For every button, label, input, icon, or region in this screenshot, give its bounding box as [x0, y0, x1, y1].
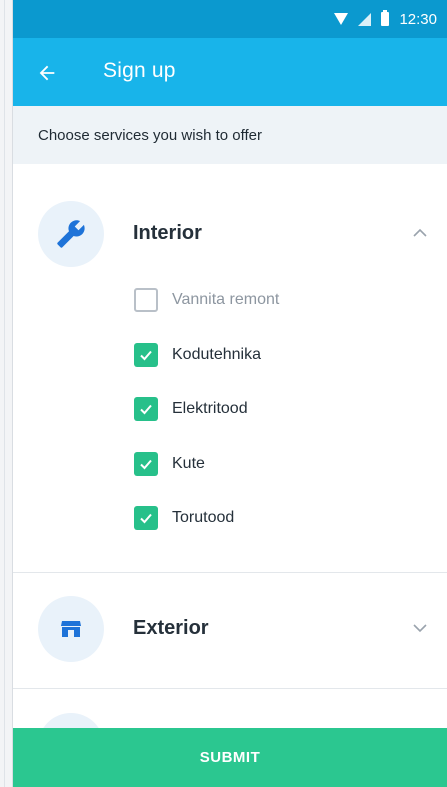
category-exterior: Exterior — [13, 593, 447, 673]
app-frame: 12:30 Sign up Choose services you wish t… — [0, 0, 447, 787]
checkbox-unchecked[interactable] — [134, 288, 158, 312]
edge-line — [4, 0, 5, 787]
battery-icon — [381, 10, 390, 26]
phone-screen: 12:30 Sign up Choose services you wish t… — [13, 0, 447, 787]
category-exterior-header[interactable]: Exterior — [13, 593, 447, 667]
category-title: Interior — [133, 222, 202, 244]
checkbox-row[interactable]: Kodutehnika — [134, 341, 261, 369]
status-icons: 12:30 — [334, 10, 437, 28]
checkbox-row[interactable]: Kute — [134, 450, 205, 478]
signal-icon — [358, 12, 372, 26]
checkmark-icon — [140, 459, 152, 470]
status-bar: 12:30 — [13, 0, 447, 38]
instruction-banner: Choose services you wish to offer — [13, 106, 447, 164]
chevron-down-icon[interactable] — [413, 621, 427, 635]
page-title: Sign up — [103, 59, 176, 82]
checkbox-label: Vannita remont — [172, 291, 280, 308]
checkbox-label: Kute — [172, 455, 205, 472]
category-interior: Interior Vannita remont Kodutehnika Elek… — [13, 198, 447, 578]
chevron-up-icon[interactable] — [413, 226, 427, 240]
divider — [13, 688, 447, 689]
arrow-left-icon — [39, 65, 55, 81]
app-bar: Sign up — [13, 38, 447, 106]
wrench-icon — [57, 220, 85, 248]
checkbox-checked[interactable] — [134, 506, 158, 530]
checkbox-row[interactable]: Torutood — [134, 504, 234, 532]
checkbox-checked[interactable] — [134, 397, 158, 421]
divider — [13, 572, 447, 573]
left-window-edge — [0, 0, 13, 787]
checkbox-label: Elektritood — [172, 400, 248, 417]
checkmark-icon — [140, 513, 152, 524]
checkbox-row[interactable]: Vannita remont — [134, 286, 279, 314]
category-icon-circle — [38, 201, 104, 267]
storefront-icon — [61, 621, 81, 637]
checkmark-icon — [140, 350, 152, 361]
category-title: Exterior — [133, 617, 209, 639]
wifi-icon — [334, 13, 349, 25]
checkbox-label: Kodutehnika — [172, 346, 261, 363]
checkbox-checked[interactable] — [134, 452, 158, 476]
checkbox-label: Torutood — [172, 509, 235, 526]
checkbox-checked[interactable] — [134, 343, 158, 367]
checkmark-icon — [140, 404, 152, 415]
status-time: 12:30 — [399, 10, 437, 28]
instruction-text: Choose services you wish to offer — [38, 126, 262, 144]
back-button[interactable] — [29, 55, 65, 91]
checkbox-row[interactable]: Elektritood — [134, 395, 248, 423]
category-icon-circle — [38, 596, 104, 662]
category-interior-header[interactable]: Interior — [13, 198, 447, 272]
submit-button[interactable]: SUBMIT — [13, 728, 447, 787]
